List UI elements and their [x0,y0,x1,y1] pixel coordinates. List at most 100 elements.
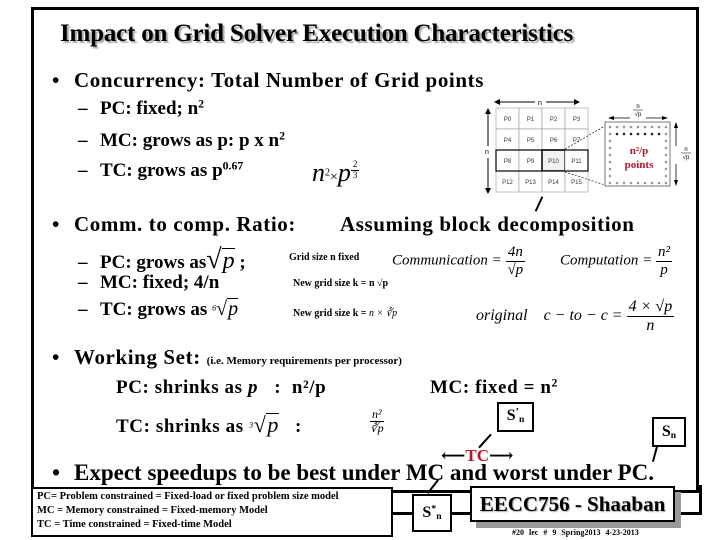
grid-point [650,132,654,136]
legend-tc: TC = Time constrained = Fixed-time Model [37,519,232,530]
grid-point [636,181,640,185]
comm-ratio-heading: Comm. to comp. Ratio: [74,212,296,236]
expectation-bullet: • Expect speedups to be best under MC and… [52,460,654,486]
grid-point [664,153,668,157]
computation-formula: Computation = n² p [560,244,672,278]
svg-text:n: n [684,147,687,153]
grid-point [615,181,619,185]
s-n-label: Sn [652,417,686,447]
comm-ratio-bullet: • Comm. to comp. Ratio: [52,212,296,237]
comm-ratio-tc: – TC: grows as 6√p [78,298,239,320]
concurrency-heading: Concurrency: Total Number of Grid points [74,68,484,92]
grid-point [636,132,640,136]
block-width-arrow: n √p [608,104,668,120]
grid-cell-label: P1 [527,117,535,123]
grid-cell-label: P4 [504,138,512,144]
working-set-pc: PC: shrinks as p : n²/p [116,377,327,398]
expectation-text: Expect speedups to be best under MC and … [74,460,654,485]
svg-text:√p: √p [635,111,642,118]
grid-cell-label: P2 [550,117,558,123]
connector-line [699,485,702,515]
grid-cell-label: P14 [548,180,559,186]
grid-point [629,132,633,136]
dash-icon: – [78,299,88,320]
concurrency-mc: – MC: grows as p: p x n2 [78,129,285,151]
grid-point [608,174,612,178]
grid-cell-label: P13 [525,180,536,186]
bullet-icon: • [52,460,61,485]
grid-cell-label: P7 [573,138,581,144]
grid-point [608,146,612,150]
grid-point [664,181,668,185]
model-legend: PC= Problem constrained = Fixed-load or … [31,487,393,537]
grid-cell-label: P5 [527,138,535,144]
mc-grid-size-note: New grid size k = n √p [293,278,389,289]
course-brand: EECC756 - Shaaban [470,486,675,522]
grid-point [664,160,668,164]
s-prime-n-label: S’n [497,402,534,432]
bullet-icon: • [52,345,60,369]
grid-point [664,132,668,136]
grid-point [615,125,619,129]
grid-point [608,160,612,164]
block-height-arrow: n √p [674,122,691,186]
comm-ratio-mc: – MC: fixed; 4/n [78,272,220,293]
grid-point [622,125,626,129]
grid-point [657,132,661,136]
dash-icon: – [78,252,88,273]
grid-cell-label: P12 [502,180,513,186]
grid-point [664,125,668,129]
working-set-note: (i.e. Memory requirements per processor) [206,355,402,367]
grid-cell-label: P11 [571,159,582,165]
grid-point [608,167,612,171]
communication-formula: Communication = 4n √p [392,244,525,278]
working-set-mc: MC: fixed = n2 [430,376,559,398]
grid-cell-label: P8 [504,159,512,165]
grid-point [622,181,626,185]
grid-point [629,181,633,185]
grid-point [664,174,668,178]
n-label: n [538,100,542,107]
grid-point [608,181,612,185]
grid-point [643,132,647,136]
n-width-arrow: n [494,99,580,107]
n-height-arrow: n [485,108,491,194]
original-c-to-c-formula: original c − to − c = 4 × √p n [476,298,675,334]
grid-point [664,167,668,171]
grid-cell-label: P9 [527,159,535,165]
grid-point [643,181,647,185]
block-label-line1: n²/p [630,145,649,157]
grid-cell-label: P0 [504,117,512,123]
grid-point [608,139,612,143]
legend-mc: MC = Memory constrained = Fixed-memory M… [37,505,268,516]
grid-point [608,125,612,129]
grid-point [622,132,626,136]
svg-text:n: n [636,104,639,110]
dash-icon: – [78,160,88,181]
grid-point [657,125,661,129]
processor-grid: P0 P1 P2 P3 P4 P5 P6 P7 P8 P9 P10 P11 P12 P13 P14 P15 [495,107,589,193]
working-set-tc-formula: n² ∛p [370,407,384,436]
grid-cell-label: P6 [550,138,558,144]
grid-point [615,132,619,136]
slide-title: Impact on Grid Solver Execution Characte… [60,20,574,47]
grid-cell-label: P3 [573,117,581,123]
grid-cell-label: P10 [548,159,559,165]
bullet-icon: • [52,212,60,236]
svg-text:√p: √p [683,154,690,161]
grid-point [650,125,654,129]
dash-icon: – [78,98,88,119]
n-label: n [485,149,489,156]
working-set-heading: Working Set: [74,345,201,369]
bullet-icon: • [52,68,60,92]
grid-point [650,181,654,185]
slide-footer: #20 lec # 9 Spring2013 4-23-2013 [512,528,639,537]
dash-icon: – [78,272,88,293]
concurrency-bullet: • Concurrency: Total Number of Grid point… [52,68,484,93]
grid-point [643,125,647,129]
grid-point [608,153,612,157]
grid-point [608,132,612,136]
grid-point [657,181,661,185]
tc-grid-size-note: New grid size k = n × ∛p [293,308,398,319]
working-set-bullet: • Working Set: (i.e. Memory requirements … [52,345,402,370]
